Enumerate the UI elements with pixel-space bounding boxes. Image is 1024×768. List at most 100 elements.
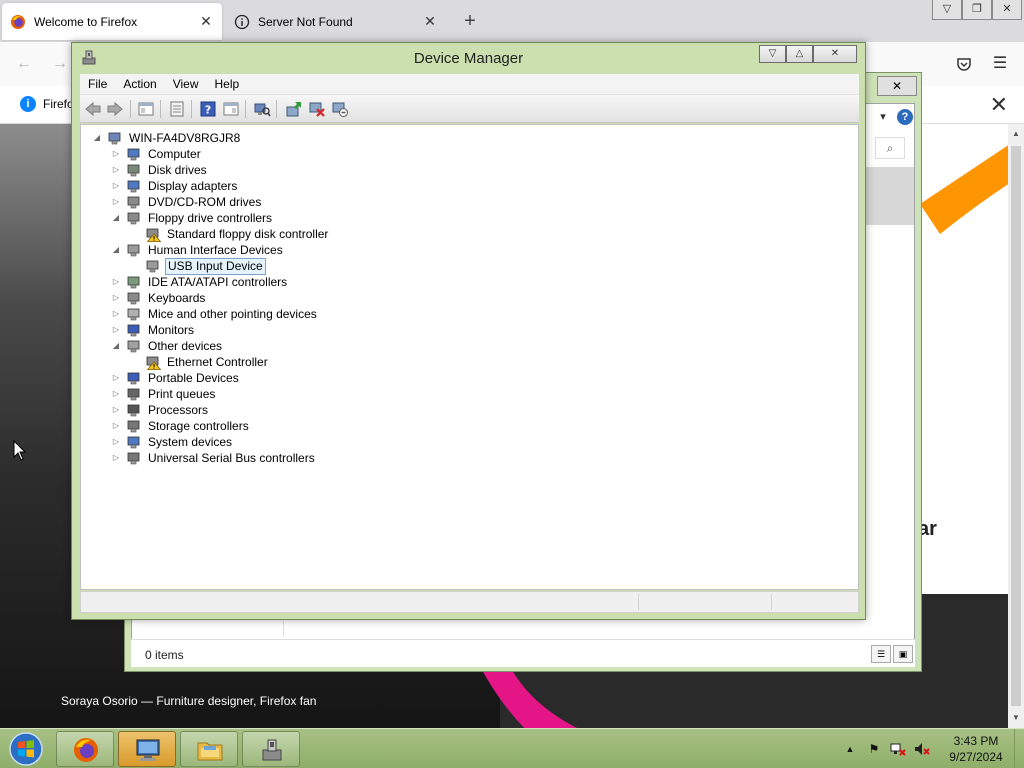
notification-close-icon[interactable]: ✕ [990, 92, 1008, 118]
tree-item[interactable]: ▷ Computer [110, 146, 203, 162]
tree-item[interactable]: ▷ Universal Serial Bus controllers [110, 450, 317, 466]
chevron-down-icon[interactable]: ▾ [875, 109, 891, 125]
collapsed-chevron-icon[interactable]: ▷ [110, 292, 122, 304]
minimize-icon[interactable]: ▽ [759, 45, 786, 63]
scroll-down-icon[interactable]: ▼ [1008, 710, 1024, 726]
forward-icon[interactable] [106, 100, 124, 118]
device-tree[interactable]: ◢ WIN-FA4DV8RGJR8 ▷ Computer ▷ Disk drives ▷ Di… [80, 124, 859, 590]
computer-icon [127, 148, 140, 161]
tree-item[interactable]: ▷ Monitors [110, 322, 196, 338]
tree-item[interactable]: Ethernet Controller [129, 354, 270, 370]
tree-item[interactable]: ◢ Floppy drive controllers [110, 210, 274, 226]
explorer-pane [862, 167, 914, 225]
collapsed-chevron-icon[interactable]: ▷ [110, 196, 122, 208]
tree-item[interactable]: ▷ Mice and other pointing devices [110, 306, 319, 322]
tree-item[interactable]: ◢ Human Interface Devices [110, 242, 285, 258]
properties-icon[interactable] [168, 100, 186, 118]
tree-item[interactable]: ◢ Other devices [110, 338, 224, 354]
restore-icon[interactable]: ❐ [962, 0, 992, 20]
action-pane-icon[interactable] [222, 100, 240, 118]
maximize-icon[interactable]: △ [786, 45, 813, 63]
title-bar[interactable]: Device Manager ▽ △ ✕ [72, 43, 865, 73]
expanded-chevron-icon[interactable]: ◢ [110, 212, 122, 224]
tree-item[interactable]: ▷ Display adapters [110, 178, 239, 194]
large-icons-view-icon[interactable]: ▣ [893, 645, 913, 663]
close-icon[interactable]: ✕ [877, 76, 917, 96]
collapsed-chevron-icon[interactable]: ▷ [110, 276, 122, 288]
taskbar-device-manager[interactable] [118, 731, 176, 767]
menu-file[interactable]: File [80, 74, 115, 94]
expanded-chevron-icon[interactable]: ◢ [110, 244, 122, 256]
menu-view[interactable]: View [165, 74, 207, 94]
toolbar-separator [160, 100, 161, 118]
help-icon[interactable]: ? [199, 100, 217, 118]
tree-item[interactable]: ▷ Processors [110, 402, 210, 418]
scroll-thumb[interactable] [1011, 146, 1021, 706]
collapsed-chevron-icon[interactable]: ▷ [110, 420, 122, 432]
collapsed-chevron-icon[interactable]: ▷ [110, 436, 122, 448]
scroll-up-icon[interactable]: ▲ [1008, 126, 1024, 142]
volume-muted-icon[interactable] [914, 741, 930, 757]
tree-item[interactable]: ▷ IDE ATA/ATAPI controllers [110, 274, 289, 290]
show-hidden-icons-icon[interactable]: ▲ [842, 741, 858, 757]
help-icon[interactable]: ? [897, 109, 913, 125]
menu-help[interactable]: Help [207, 74, 248, 94]
taskbar-file-explorer[interactable] [180, 731, 238, 767]
network-error-icon[interactable] [890, 741, 906, 757]
tree-item[interactable]: USB Input Device [129, 257, 266, 275]
pocket-icon[interactable] [952, 52, 976, 76]
close-icon[interactable]: ✕ [992, 0, 1022, 20]
page-scrollbar[interactable]: ▲ ▼ [1008, 124, 1024, 728]
search-icon[interactable]: ⌕ [875, 137, 905, 159]
tree-item[interactable]: ▷ Print queues [110, 386, 217, 402]
uninstall-device-icon[interactable] [331, 100, 349, 118]
start-button[interactable] [6, 731, 46, 767]
action-center-flag-icon[interactable]: ⚑ [866, 741, 882, 757]
expanded-chevron-icon[interactable]: ◢ [110, 340, 122, 352]
back-arrow-icon[interactable]: ← [12, 52, 36, 76]
tree-item[interactable]: ▷ Storage controllers [110, 418, 251, 434]
tree-item[interactable]: ▷ Portable Devices [110, 370, 241, 386]
close-icon[interactable]: ✕ [813, 45, 857, 63]
back-icon[interactable] [84, 100, 102, 118]
mouse-icon [127, 308, 140, 321]
tab-welcome-to-firefox[interactable]: Welcome to Firefox ✕ [2, 3, 222, 40]
expanded-chevron-icon[interactable]: ◢ [91, 132, 103, 144]
collapsed-chevron-icon[interactable]: ▷ [110, 148, 122, 160]
collapsed-chevron-icon[interactable]: ▷ [110, 388, 122, 400]
tree-item[interactable]: ▷ DVD/CD-ROM drives [110, 194, 263, 210]
toolbar-separator [130, 100, 131, 118]
collapsed-chevron-icon[interactable]: ▷ [110, 164, 122, 176]
tree-item[interactable]: Standard floppy disk controller [129, 226, 330, 242]
collapsed-chevron-icon[interactable]: ▷ [110, 372, 122, 384]
tab-server-not-found[interactable]: Server Not Found ✕ [226, 3, 446, 40]
tree-item[interactable]: ▷ Keyboards [110, 290, 207, 306]
show-hide-console-tree-icon[interactable] [137, 100, 155, 118]
tree-item-label: Universal Serial Bus controllers [148, 450, 315, 465]
tree-item[interactable]: ◢ WIN-FA4DV8RGJR8 [91, 130, 242, 146]
show-desktop-button[interactable] [1014, 729, 1024, 768]
menu-action[interactable]: Action [115, 74, 164, 94]
tree-item-label: Ethernet Controller [167, 354, 268, 369]
collapsed-chevron-icon[interactable]: ▷ [110, 404, 122, 416]
forward-arrow-icon[interactable]: → [48, 52, 72, 76]
new-tab-icon[interactable]: + [458, 9, 482, 33]
tree-item[interactable]: ▷ Disk drives [110, 162, 209, 178]
collapsed-chevron-icon[interactable]: ▷ [110, 180, 122, 192]
tab-close-icon[interactable]: ✕ [198, 13, 214, 30]
details-view-icon[interactable]: ☰ [871, 645, 891, 663]
toolbar-separator [276, 100, 277, 118]
minimize-icon[interactable]: ▽ [932, 0, 962, 20]
collapsed-chevron-icon[interactable]: ▷ [110, 452, 122, 464]
taskbar-control-panel[interactable] [242, 731, 300, 767]
collapsed-chevron-icon[interactable]: ▷ [110, 324, 122, 336]
disable-device-icon[interactable] [308, 100, 326, 118]
hamburger-menu-icon[interactable]: ☰ [988, 52, 1012, 76]
system-clock[interactable]: 3:43 PM 9/27/2024 [944, 733, 1008, 765]
scan-hardware-icon[interactable] [253, 100, 271, 118]
taskbar-firefox[interactable] [56, 731, 114, 767]
collapsed-chevron-icon[interactable]: ▷ [110, 308, 122, 320]
update-driver-icon[interactable] [285, 100, 303, 118]
tab-close-icon[interactable]: ✕ [422, 13, 438, 30]
tree-item[interactable]: ▷ System devices [110, 434, 234, 450]
